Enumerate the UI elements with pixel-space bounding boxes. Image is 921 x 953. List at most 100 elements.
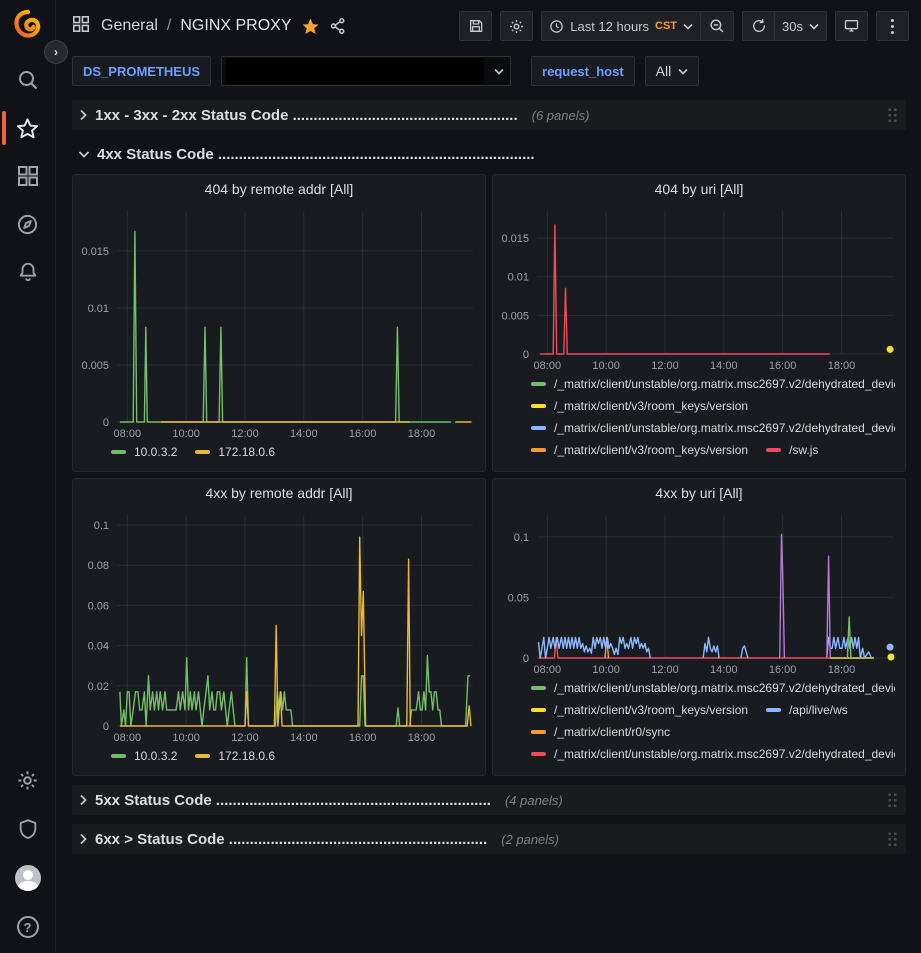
chart-canvas[interactable]: 00.0050.010.01508:0010:0012:0014:0016:00… [493,203,905,375]
panel-title[interactable]: 404 by remote addr [All] [73,175,485,203]
legend-swatch [531,686,546,690]
breadcrumb-section[interactable]: General [101,17,158,35]
save-dashboard-button[interactable] [459,11,492,41]
legend-item[interactable]: /api/live/ws [766,703,848,717]
row-4xx[interactable]: 4xx Status Code ........................… [72,139,906,169]
panel-title[interactable]: 4xx by remote addr [All] [73,479,485,507]
svg-text:08:00: 08:00 [534,360,562,372]
chart-legend: /_matrix/client/unstable/org.matrix.msc2… [493,375,905,471]
timeseries-chart[interactable]: 00.020.040.060.080.108:0010:0012:0014:00… [73,507,485,747]
legend-item[interactable]: 10.0.3.2 [111,445,177,459]
chevron-down-icon [809,23,819,30]
legend-item[interactable]: /_matrix/client/unstable/org.matrix.msc2… [531,681,895,695]
legend-item[interactable]: /_matrix/client/unstable/org.matrix.msc2… [531,421,895,435]
sidebar-item-explore[interactable] [0,210,55,238]
panel-title[interactable]: 404 by uri [All] [493,175,905,203]
row-drag-handle[interactable] [887,831,898,847]
chart-canvas[interactable]: 00.020.040.060.080.108:0010:0012:0014:00… [73,507,485,747]
legend-item[interactable]: /sw.js [766,443,818,457]
dashboard-settings-button[interactable] [500,11,533,41]
svg-text:0.015: 0.015 [81,246,109,258]
row-6xx[interactable]: 6xx > Status Code ......................… [72,824,906,854]
tv-mode-button[interactable] [835,11,868,41]
refresh-interval-label: 30s [782,19,803,34]
sidebar: ? [0,0,56,953]
sidebar-bottom-group: ? [0,766,55,941]
legend-item[interactable]: /_matrix/client/r0/sync [531,725,670,739]
time-range-picker[interactable]: Last 12 hours CST [541,11,701,41]
variable-request-host-dropdown[interactable]: All [645,56,700,86]
chart-canvas[interactable]: 00.050.108:0010:0012:0014:0016:0018:00 [493,507,905,679]
refresh-interval-picker[interactable]: 30s [775,11,827,41]
legend-item[interactable]: 10.0.3.2 [111,749,177,763]
legend-label: /_matrix/client/v3/room_keys/version [554,443,748,457]
sidebar-expand-button[interactable]: › [44,40,68,64]
legend-item[interactable]: /_matrix/client/v3/room_keys/version [531,443,748,457]
panel-grid: 404 by remote addr [All] 00.0050.010.015… [72,174,906,776]
variable-ds-value-dropdown[interactable] [221,56,511,86]
svg-text:0.05: 0.05 [508,592,529,604]
legend-item[interactable]: 172.18.0.6 [195,749,275,763]
svg-text:0.01: 0.01 [508,272,529,284]
legend-item[interactable]: /_matrix/client/v3/room_keys/version [531,703,748,717]
sidebar-item-profile[interactable] [0,864,55,892]
sidebar-top-group [0,66,55,286]
row-panel-count: (4 panels) [505,793,563,808]
variable-request-host-label[interactable]: request_host [531,56,635,86]
legend-item[interactable]: /_matrix/client/v3/room_keys/version [531,399,748,413]
help-icon: ? [17,916,39,938]
sidebar-item-server-admin[interactable] [0,815,55,843]
legend-swatch [531,426,546,430]
zoom-out-button[interactable] [701,11,734,41]
sidebar-item-configuration[interactable] [0,766,55,794]
legend-label: 172.18.0.6 [218,445,275,459]
row-drag-handle[interactable] [887,107,898,123]
svg-text:0: 0 [103,417,109,429]
timeseries-chart[interactable]: 00.0050.010.01508:0010:0012:0014:0016:00… [73,203,485,443]
svg-text:12:00: 12:00 [651,360,679,372]
svg-text:0: 0 [523,653,529,665]
legend-label: /api/live/ws [789,703,848,717]
kebab-menu-button[interactable] [876,11,909,41]
svg-text:16:00: 16:00 [769,664,797,676]
sidebar-item-alerting[interactable] [0,258,55,286]
legend-item[interactable]: /_matrix/client/unstable/org.matrix.msc2… [531,377,895,391]
favorite-star-icon[interactable] [301,17,320,36]
svg-text:18:00: 18:00 [828,360,856,372]
breadcrumb-separator: / [167,17,171,35]
timeseries-chart[interactable]: 00.050.108:0010:0012:0014:0016:0018:00 [493,507,905,679]
row-1xx-3xx-2xx[interactable]: 1xx - 3xx - 2xx Status Code ............… [72,100,906,130]
refresh-button[interactable] [742,11,775,41]
svg-text:0: 0 [523,349,529,361]
panel-title[interactable]: 4xx by uri [All] [493,479,905,507]
legend-label: /_matrix/client/r0/sync [554,725,670,739]
row-5xx[interactable]: 5xx Status Code ........................… [72,785,906,815]
svg-text:0.1: 0.1 [514,532,529,544]
svg-text:16:00: 16:00 [349,428,377,440]
sidebar-item-starred[interactable] [0,114,55,142]
sidebar-item-dashboards[interactable] [0,162,55,190]
row-drag-handle[interactable] [887,792,898,808]
legend-swatch [195,754,210,758]
share-icon[interactable] [329,17,347,35]
svg-text:16:00: 16:00 [769,360,797,372]
variable-ds-label[interactable]: DS_PROMETHEUS [72,56,211,86]
svg-text:12:00: 12:00 [231,428,259,440]
sidebar-item-search[interactable] [0,66,55,94]
time-picker-group: Last 12 hours CST [541,11,734,41]
legend-swatch [531,448,546,452]
legend-label: 172.18.0.6 [218,749,275,763]
legend-item[interactable]: /_matrix/client/unstable/org.matrix.msc2… [531,747,895,761]
legend-item[interactable]: 172.18.0.6 [195,445,275,459]
grafana-logo-icon[interactable] [11,8,45,42]
timeseries-chart[interactable]: 00.0050.010.01508:0010:0012:0014:0016:00… [493,203,905,375]
svg-text:10:00: 10:00 [592,664,620,676]
grafana-app: ? › General / NGINX PROXY [0,0,921,953]
svg-text:0.04: 0.04 [88,641,109,653]
svg-text:10:00: 10:00 [172,428,200,440]
chart-legend: 10.0.3.2 172.18.0.6 [73,747,485,775]
chart-canvas[interactable]: 00.0050.010.01508:0010:0012:0014:0016:00… [73,203,485,443]
legend-label: /sw.js [789,443,818,457]
sidebar-item-help[interactable]: ? [0,913,55,941]
timezone-label: CST [655,20,677,32]
